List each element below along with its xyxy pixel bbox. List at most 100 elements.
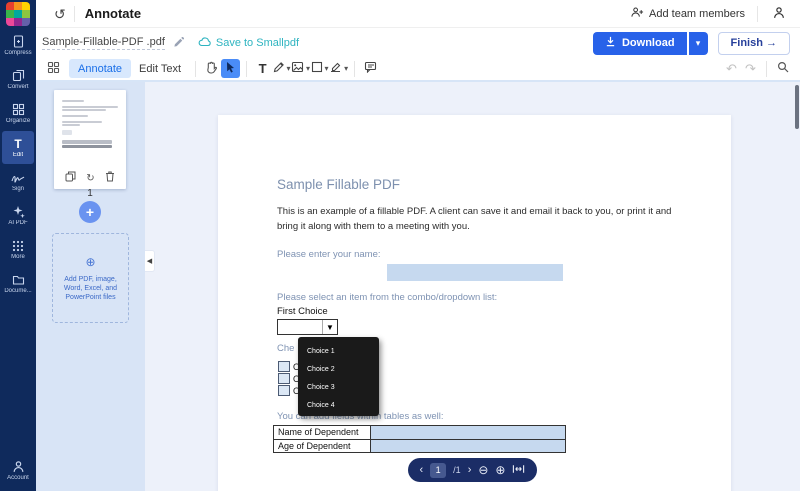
redo-button[interactable]: ↷ [741, 59, 760, 78]
vertical-scrollbar[interactable] [795, 85, 799, 129]
file-bar: Sample-Fillable-PDF .pdf Save to Smallpd… [36, 28, 800, 58]
zoom-out-icon: ⊖ [478, 463, 489, 477]
divider [354, 60, 356, 77]
add-page-button[interactable]: + [79, 201, 101, 223]
shape-tool-button[interactable]: ▾ [310, 59, 329, 78]
finish-button[interactable]: Finish → [717, 31, 790, 55]
collapse-panel-button[interactable]: ◀ [145, 250, 155, 272]
add-team-members-button[interactable]: Add team members [619, 0, 757, 27]
sidebar-item-documents[interactable]: Docume... [0, 267, 36, 300]
sidebar-item-ai-pdf[interactable]: AI PDF [0, 199, 36, 232]
current-page-input[interactable]: 1 [430, 462, 447, 478]
rename-button[interactable] [171, 34, 186, 53]
combo-caption: First Choice [277, 306, 328, 317]
thumbnail-grid-toggle-button[interactable] [44, 59, 63, 78]
save-to-smallpdf-link[interactable]: Save to Smallpdf [198, 36, 299, 50]
history-icon: ↺ [54, 5, 66, 22]
search-button[interactable] [773, 59, 792, 78]
select-tool-button[interactable] [221, 59, 241, 78]
next-page-button[interactable]: › [468, 464, 472, 476]
compress-icon [12, 35, 25, 48]
zoom-out-button[interactable]: ⊖ [478, 463, 488, 477]
dropdown-option-choice-1[interactable]: Choice 1 [298, 343, 379, 361]
history-button[interactable]: ↺ [46, 4, 74, 24]
image-tool-button[interactable]: ▾ [291, 59, 310, 78]
name-input-field[interactable] [387, 264, 563, 281]
divider [246, 60, 248, 77]
dependent-table: Name of Dependent Age of Dependent [273, 425, 566, 453]
highlighter-tool-button[interactable]: ▾ [329, 59, 348, 78]
plus-icon: + [85, 204, 95, 220]
tab-annotate[interactable]: Annotate [69, 59, 132, 78]
save-to-smallpdf-label: Save to Smallpdf [215, 37, 300, 49]
dropdown-menu: Choice 1 Choice 2 Choice 3 Choice 4 [298, 337, 379, 416]
page-total-label: /1 [453, 465, 461, 475]
sidebar-item-convert[interactable]: Convert [0, 63, 36, 96]
chevron-right-icon: › [467, 464, 472, 476]
cursor-icon [225, 61, 236, 76]
file-dropzone[interactable]: ⊕ Add PDF, image, Word, Excel, and Power… [52, 233, 129, 323]
edit-text-icon: T [14, 136, 22, 151]
dropdown-arrow-icon: ▼ [322, 320, 337, 334]
annotation-toolbar: Annotate Edit Text T ▾ ▾ ▾ ▾ ↶ ↷ [36, 57, 800, 82]
comment-tool-button[interactable] [361, 59, 380, 78]
tab-edit-text[interactable]: Edit Text [131, 59, 189, 78]
sidebar-item-label: Convert [7, 84, 29, 90]
choice-dropdown[interactable]: ▼ [277, 319, 338, 335]
sidebar-item-more[interactable]: More [0, 233, 36, 266]
sidebar: Compress Convert Organize T Edit Sign AI… [0, 0, 36, 491]
age-of-dependent-field[interactable] [371, 440, 565, 452]
thumbnail-panel: ↻ 1 + ⊕ Add PDF, image, Word, Excel, and… [36, 82, 145, 491]
dropdown-option-choice-3[interactable]: Choice 3 [298, 379, 379, 397]
document-title: Sample Fillable PDF [277, 177, 401, 192]
add-team-members-label: Add team members [649, 7, 745, 20]
folder-icon [12, 274, 25, 286]
dropdown-option-choice-2[interactable]: Choice 2 [298, 361, 379, 379]
sidebar-item-label: More [11, 253, 25, 260]
table-row: Age of Dependent [274, 439, 565, 452]
text-tool-button[interactable]: T [253, 59, 272, 78]
trash-icon [105, 171, 115, 185]
sidebar-item-organize[interactable]: Organize [0, 97, 36, 130]
organize-icon [12, 103, 25, 116]
draw-tool-button[interactable]: ▾ [272, 59, 291, 78]
dropdown-option-choice-4[interactable]: Choice 4 [298, 397, 379, 415]
previous-page-button[interactable]: ‹ [420, 464, 424, 476]
sidebar-item-account[interactable]: Account [0, 454, 36, 487]
download-button[interactable]: Download [592, 31, 687, 55]
sidebar-item-label: Account [7, 475, 29, 481]
sidebar-item-label: Edit [12, 151, 24, 158]
app-root: Compress Convert Organize T Edit Sign AI… [0, 0, 800, 491]
dropdown-value [278, 320, 322, 334]
undo-button[interactable]: ↶ [722, 59, 741, 78]
search-icon [777, 61, 789, 76]
hand-icon [206, 61, 218, 77]
checkbox-1[interactable] [278, 361, 290, 372]
checkbox-section-label: Che [277, 343, 295, 354]
checkbox-3[interactable] [278, 385, 290, 396]
name-of-dependent-field[interactable] [371, 426, 565, 439]
divider [195, 60, 197, 77]
fit-width-button[interactable] [512, 464, 525, 477]
account-button[interactable] [758, 0, 800, 27]
download-options-button[interactable]: ▾ [688, 31, 708, 55]
smallpdf-logo[interactable] [0, 0, 36, 28]
duplicate-page-button[interactable] [65, 171, 76, 185]
checkbox-2[interactable] [278, 373, 290, 384]
download-label: Download [621, 37, 675, 49]
undo-icon: ↶ [726, 60, 737, 76]
document-viewer: ◀ Sample Fillable PDF This is an example… [145, 82, 800, 491]
sidebar-item-label: Compress [4, 50, 32, 56]
pan-tool-button[interactable] [202, 59, 221, 78]
sidebar-item-label: Organize [5, 118, 31, 124]
sidebar-item-sign[interactable]: Sign [0, 165, 36, 198]
document-intro: This is an example of a fillable PDF. A … [277, 206, 672, 232]
sidebar-item-compress[interactable]: Compress [0, 29, 36, 62]
zoom-in-button[interactable]: ⊕ [495, 463, 505, 477]
cloud-icon [198, 36, 212, 50]
delete-page-button[interactable] [105, 171, 115, 185]
sidebar-item-edit[interactable]: T Edit [2, 131, 34, 164]
rotate-page-button[interactable]: ↻ [86, 173, 94, 184]
page-number-label: 1 [87, 188, 93, 199]
download-icon [605, 36, 616, 50]
